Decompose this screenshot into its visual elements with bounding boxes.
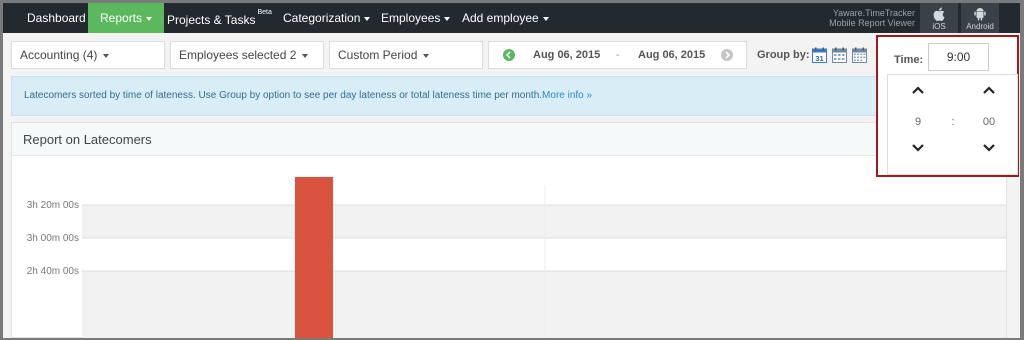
latecomers-chart: 3h 20m 00s 3h 00m 00s 2h 40m 00s	[27, 176, 1006, 338]
y-tick-label: 3h 20m 00s	[27, 200, 79, 211]
group-by-label: Group by:	[757, 49, 810, 61]
employees-value: Employees selected 2	[179, 48, 297, 62]
ios-app-button[interactable]: iOS	[920, 3, 958, 33]
android-icon	[974, 8, 986, 21]
period-dropdown[interactable]: Custom Period	[329, 41, 483, 69]
chevron-down-icon	[542, 16, 549, 21]
calendar-day-icon[interactable]: 31	[812, 47, 827, 63]
calendar-week-glyph	[832, 47, 847, 63]
android-app-button[interactable]: Android	[961, 3, 999, 33]
chevron-down-icon	[302, 53, 309, 58]
more-info-link[interactable]: More info »	[542, 90, 592, 101]
chart-bar	[295, 176, 333, 338]
nav-dashboard-label: Dashboard	[27, 11, 86, 25]
hour-value[interactable]: 9	[903, 116, 933, 128]
date-range-picker: Aug 06, 2015 - Aug 06, 2015	[488, 41, 747, 69]
next-date-button[interactable]	[721, 49, 733, 61]
arrow-right-icon	[725, 51, 731, 59]
date-to[interactable]: Aug 06, 2015	[638, 42, 705, 68]
chart-grid-band	[82, 205, 1006, 238]
time-picker-dropdown: 9 : 00	[887, 74, 1018, 175]
info-text: Latecomers sorted by time of lateness. U…	[24, 90, 543, 101]
chart-grid-band	[82, 238, 1006, 271]
report-header: Report on Latecomers	[12, 123, 1006, 156]
time-separator: :	[951, 116, 955, 128]
time-label: Time:	[894, 54, 924, 66]
nav-employees-label: Employees	[381, 11, 441, 25]
beta-badge: Beta	[257, 9, 272, 16]
nav-reports[interactable]: Reports	[88, 3, 165, 33]
arrow-left-icon	[505, 51, 511, 59]
mobile-text-line1: Yaware.TimeTracker	[832, 8, 915, 18]
nav-add-employee[interactable]: Add employee	[450, 3, 561, 33]
minute-value[interactable]: 00	[974, 116, 1004, 128]
info-banner: Latecomers sorted by time of lateness. U…	[11, 76, 1007, 116]
date-from[interactable]: Aug 06, 2015	[533, 42, 600, 68]
apple-icon	[933, 7, 945, 21]
ios-label: iOS	[932, 22, 946, 31]
chevron-up-icon	[912, 86, 924, 94]
report-title: Report on Latecomers	[23, 132, 152, 147]
chevron-down-icon	[983, 144, 995, 152]
report-panel: Report on Latecomers 3h 20m 00s 3h 00m 00…	[11, 122, 1007, 338]
hour-decrement-button[interactable]	[911, 143, 925, 153]
chevron-down-icon	[146, 16, 153, 21]
calendar-day-glyph: 31	[812, 47, 827, 63]
department-dropdown[interactable]: Accounting (4)	[11, 41, 165, 69]
nav-reports-label: Reports	[100, 11, 143, 25]
chevron-down-icon	[423, 53, 430, 58]
chart-grid-band	[82, 271, 1006, 338]
date-separator: -	[616, 49, 620, 61]
android-label: Android	[966, 22, 994, 31]
employees-dropdown[interactable]: Employees selected 2	[170, 41, 324, 69]
calendar-day-number: 31	[815, 54, 823, 63]
time-input[interactable]	[928, 43, 989, 71]
department-value: Accounting (4)	[20, 48, 98, 62]
hour-increment-button[interactable]	[911, 85, 925, 95]
nav-add-employee-label: Add employee	[462, 11, 539, 25]
mobile-text-line2: Mobile Report Viewer	[829, 18, 915, 28]
chevron-down-icon	[912, 144, 924, 152]
nav-dashboard[interactable]: Dashboard	[15, 3, 98, 33]
prev-date-button[interactable]	[503, 49, 515, 61]
nav-categorization[interactable]: Categorization	[271, 3, 382, 33]
chevron-up-icon	[983, 86, 995, 94]
period-value: Custom Period	[338, 48, 418, 62]
minute-decrement-button[interactable]	[982, 143, 996, 153]
minute-increment-button[interactable]	[982, 85, 996, 95]
top-navbar: Dashboard Reports Projects & TasksBeta C…	[3, 3, 1020, 33]
nav-projects-tasks[interactable]: Projects & TasksBeta	[155, 3, 284, 33]
mobile-viewer-text: Yaware.TimeTracker Mobile Report Viewer	[821, 8, 915, 28]
calendar-month-glyph	[852, 47, 867, 63]
nav-employees[interactable]: Employees	[369, 3, 462, 33]
calendar-month-icon[interactable]	[852, 47, 867, 63]
y-tick-label: 2h 40m 00s	[27, 266, 79, 277]
chevron-down-icon	[103, 53, 110, 58]
nav-projects-label: Projects & Tasks	[167, 13, 256, 27]
y-tick-label: 3h 00m 00s	[27, 233, 79, 244]
app-window: Dashboard Reports Projects & TasksBeta C…	[3, 3, 1020, 338]
nav-categorization-label: Categorization	[283, 11, 361, 25]
calendar-week-icon[interactable]	[832, 47, 847, 63]
time-picker-highlight: Time: 9 : 00	[876, 35, 1019, 177]
